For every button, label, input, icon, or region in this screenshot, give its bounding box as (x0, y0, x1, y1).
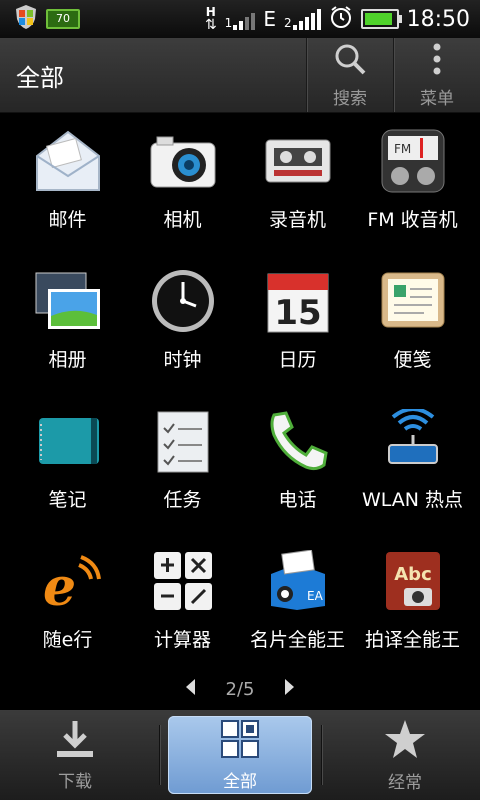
tab-divider (320, 725, 322, 785)
tasks-icon (149, 407, 217, 475)
app-label: 计算器 (153, 629, 211, 651)
alarm-icon (329, 5, 353, 33)
svg-text:EA: EA (307, 589, 324, 603)
download-icon (53, 719, 97, 763)
app-notes[interactable]: 便笺 (355, 253, 470, 393)
action-bar: 全部 搜索 菜单 (0, 38, 480, 113)
app-label: 随e行 (42, 629, 93, 651)
page-title: 全部 (16, 63, 64, 92)
app-calculator[interactable]: 计算器 (125, 533, 240, 673)
data-activity-icon: H ⇅ (204, 5, 217, 33)
tab-download[interactable]: 下载 (0, 715, 150, 795)
signal-strength-sim1-icon: 1 (225, 8, 256, 30)
app-label: 录音机 (268, 209, 326, 231)
radio-icon: FM (379, 127, 447, 195)
signal-strength-sim2-icon: 2 (284, 8, 321, 30)
calculator-icon (149, 547, 217, 615)
clock-icon (149, 267, 217, 335)
business-card-icon: EA (264, 547, 332, 615)
search-button[interactable]: 搜索 (306, 38, 393, 112)
camera-icon (149, 127, 217, 195)
tab-all[interactable]: 全部 (168, 716, 312, 794)
app-label: 拍译全能王 (364, 629, 460, 651)
app-label: 相册 (48, 349, 87, 371)
wifi-hotspot-icon (379, 407, 447, 475)
bottom-tab-bar: 下载 全部 经常 (0, 710, 480, 800)
app-phone[interactable]: 电话 (240, 393, 355, 533)
menu-label: 菜单 (420, 88, 454, 109)
app-notebook[interactable]: 笔记 (10, 393, 125, 533)
gallery-icon (34, 267, 102, 335)
app-grid: 邮件 相机 录音机 FM FM 收音机 相册 时钟 15 日历 便笺 笔记 任务… (0, 113, 480, 673)
app-mail[interactable]: 邮件 (10, 113, 125, 253)
tab-all-label: 全部 (223, 771, 257, 792)
mail-icon (34, 127, 102, 195)
notebook-icon (34, 407, 102, 475)
e-app-icon: e (34, 547, 102, 615)
page-number: 2/5 (225, 678, 255, 700)
app-camera[interactable]: 相机 (125, 113, 240, 253)
app-photo-translate[interactable]: Abc 拍译全能王 (355, 533, 470, 673)
phone-icon (264, 407, 332, 475)
calendar-day: 15 (274, 293, 321, 333)
status-clock: 18:50 (406, 6, 470, 32)
app-label: 任务 (163, 489, 202, 511)
photo-translate-icon: Abc (379, 547, 447, 615)
app-label: 日历 (278, 349, 317, 371)
battery-saver-icon: 70 (46, 9, 80, 29)
app-business-card[interactable]: EA 名片全能王 (240, 533, 355, 673)
overflow-menu-icon (432, 42, 442, 80)
app-label: 笔记 (48, 489, 87, 511)
app-label: 时钟 (163, 349, 202, 371)
battery-icon (360, 9, 402, 29)
tape-recorder-icon (264, 127, 332, 195)
page-indicator: 2/5 (0, 674, 480, 704)
tab-frequent-label: 经常 (388, 772, 422, 793)
app-calendar[interactable]: 15 日历 (240, 253, 355, 393)
app-label: 相机 (163, 209, 202, 231)
calendar-icon: 15 (264, 267, 332, 335)
tab-download-label: 下载 (58, 771, 92, 792)
previous-page-arrow-icon[interactable] (184, 678, 196, 701)
app-tasks[interactable]: 任务 (125, 393, 240, 533)
search-label: 搜索 (333, 88, 367, 109)
svg-text:FM: FM (394, 142, 411, 156)
app-label: 便笺 (393, 349, 432, 371)
app-clock[interactable]: 时钟 (125, 253, 240, 393)
search-icon (333, 42, 367, 80)
app-recorder[interactable]: 录音机 (240, 113, 355, 253)
app-label: 邮件 (48, 209, 87, 231)
star-icon (383, 718, 427, 764)
svg-text:Abc: Abc (394, 564, 432, 585)
tab-divider (158, 725, 160, 785)
notes-icon (379, 267, 447, 335)
app-fm-radio[interactable]: FM FM 收音机 (355, 113, 470, 253)
network-type-e: E (263, 7, 276, 31)
windows-shield-icon (14, 4, 38, 34)
app-sui-e-xing[interactable]: e 随e行 (10, 533, 125, 673)
tab-frequent[interactable]: 经常 (330, 715, 480, 795)
grid-icon (220, 719, 260, 763)
svg-text:e: e (43, 557, 76, 611)
next-page-arrow-icon[interactable] (284, 678, 296, 701)
app-gallery[interactable]: 相册 (10, 253, 125, 393)
app-label: 电话 (278, 489, 317, 511)
app-wlan-hotspot[interactable]: WLAN 热点 (355, 393, 470, 533)
app-label: FM 收音机 (367, 209, 458, 231)
status-bar: 70 H ⇅ 1 E 2 18:50 (0, 0, 480, 38)
app-label: WLAN 热点 (361, 489, 464, 511)
app-label: 名片全能王 (249, 629, 345, 651)
menu-button[interactable]: 菜单 (393, 38, 480, 112)
